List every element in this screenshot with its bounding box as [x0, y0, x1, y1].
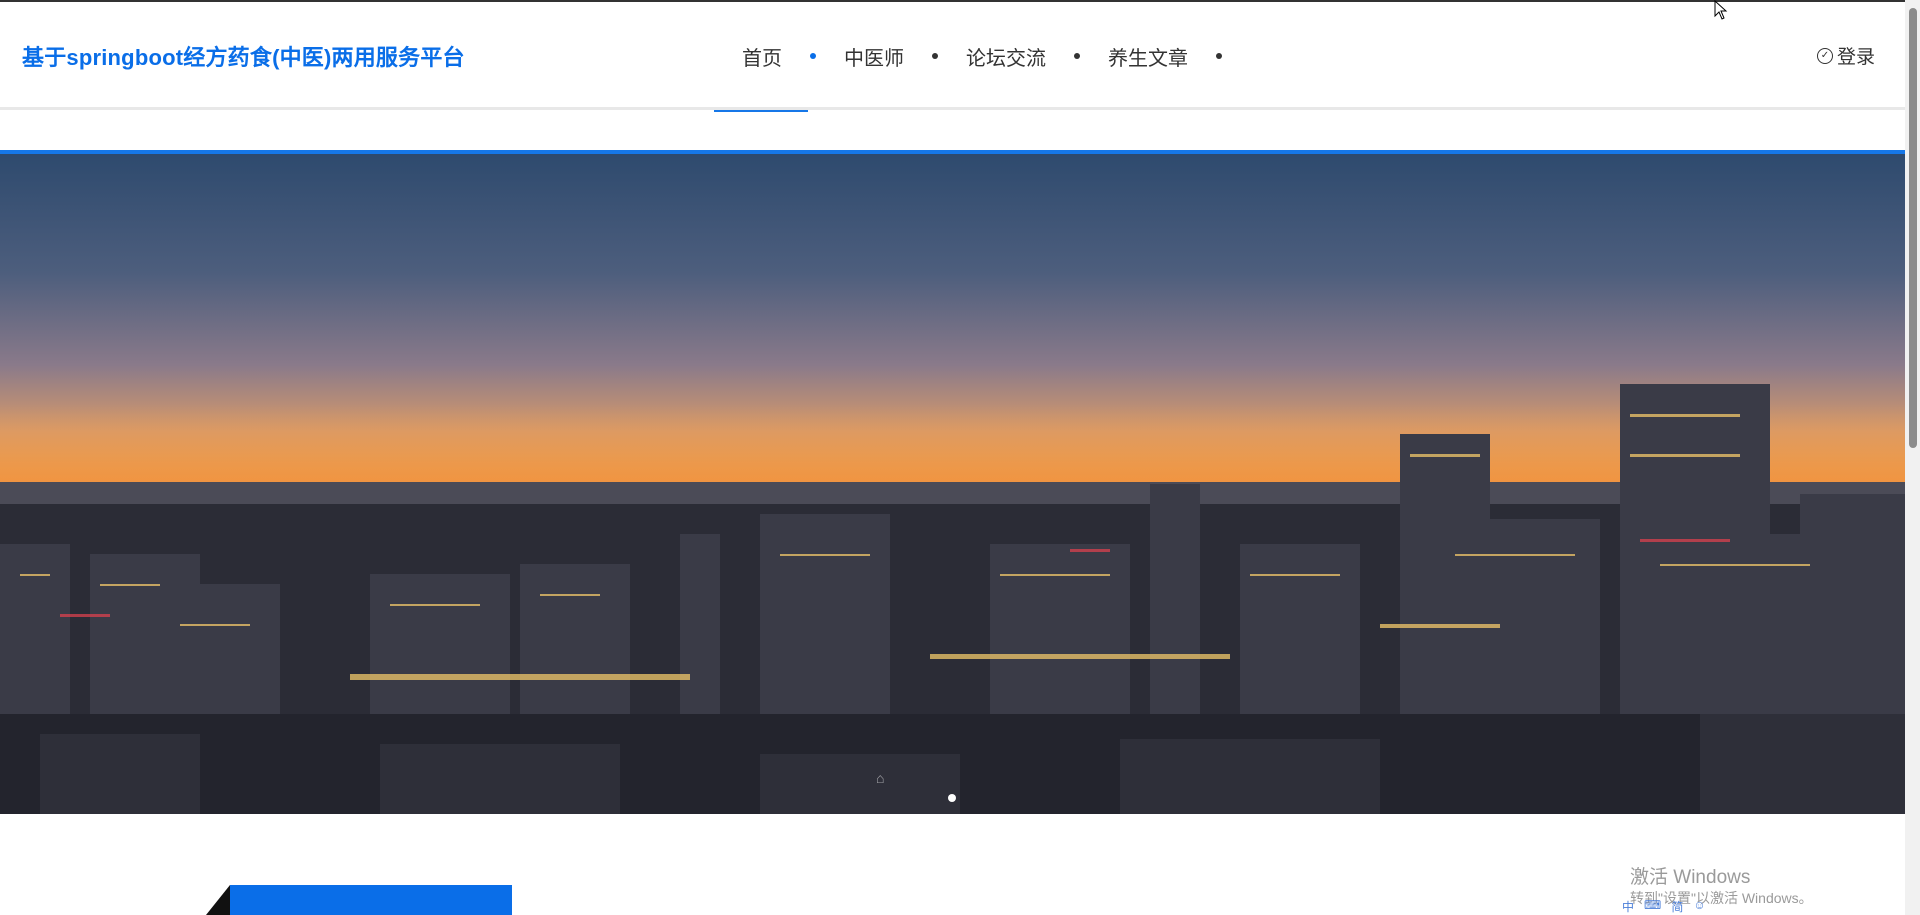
nav-item-label: 首页 — [742, 47, 782, 70]
nav-item-home[interactable]: 首页 — [714, 2, 816, 112]
section-title-bar — [230, 885, 512, 915]
ime-toolbar: 中 ⌨ 简 ☺ — [1622, 898, 1706, 915]
page: 基于springboot经方药食(中医)两用服务平台 首页 中医师 论坛交流 养… — [0, 0, 1920, 915]
main-nav: 首页 中医师 论坛交流 养生文章 — [714, 2, 1222, 112]
ime-item[interactable]: 中 — [1622, 898, 1634, 915]
ime-item[interactable]: 简 — [1671, 898, 1683, 915]
mouse-cursor-icon — [1714, 0, 1728, 20]
nav-item-label: 养生文章 — [1108, 47, 1188, 70]
login-button[interactable]: ✓ 登录 — [1816, 42, 1875, 69]
carousel-indicator-dot[interactable] — [948, 794, 956, 802]
nav-separator-dot-icon — [1216, 53, 1222, 59]
nav-item-label: 中医师 — [844, 47, 904, 70]
city-skyline-image — [0, 384, 1905, 814]
site-header: 基于springboot经方药食(中医)两用服务平台 首页 中医师 论坛交流 养… — [0, 2, 1905, 112]
hero-banner[interactable]: ⌂ — [0, 154, 1905, 814]
nav-item-label: 论坛交流 — [966, 47, 1046, 70]
nav-item-articles[interactable]: 养生文章 — [1080, 2, 1222, 110]
header-divider — [0, 107, 1905, 110]
ime-item[interactable]: ⌨ — [1644, 898, 1661, 915]
nav-item-forum[interactable]: 论坛交流 — [938, 2, 1080, 110]
login-label: 登录 — [1836, 47, 1875, 68]
section-title-corner — [206, 885, 230, 915]
windows-activation-title: 激活 Windows — [1630, 867, 1751, 888]
scrollbar-thumb[interactable] — [1909, 8, 1917, 448]
banner-logo-watermark: ⌂ — [876, 770, 885, 786]
nav-item-doctors[interactable]: 中医师 — [816, 2, 938, 110]
check-circle-icon: ✓ — [1816, 47, 1833, 64]
page-scrollbar[interactable] — [1905, 0, 1920, 915]
site-title[interactable]: 基于springboot经方药食(中医)两用服务平台 — [22, 40, 465, 72]
ime-item[interactable]: ☺ — [1693, 898, 1705, 915]
